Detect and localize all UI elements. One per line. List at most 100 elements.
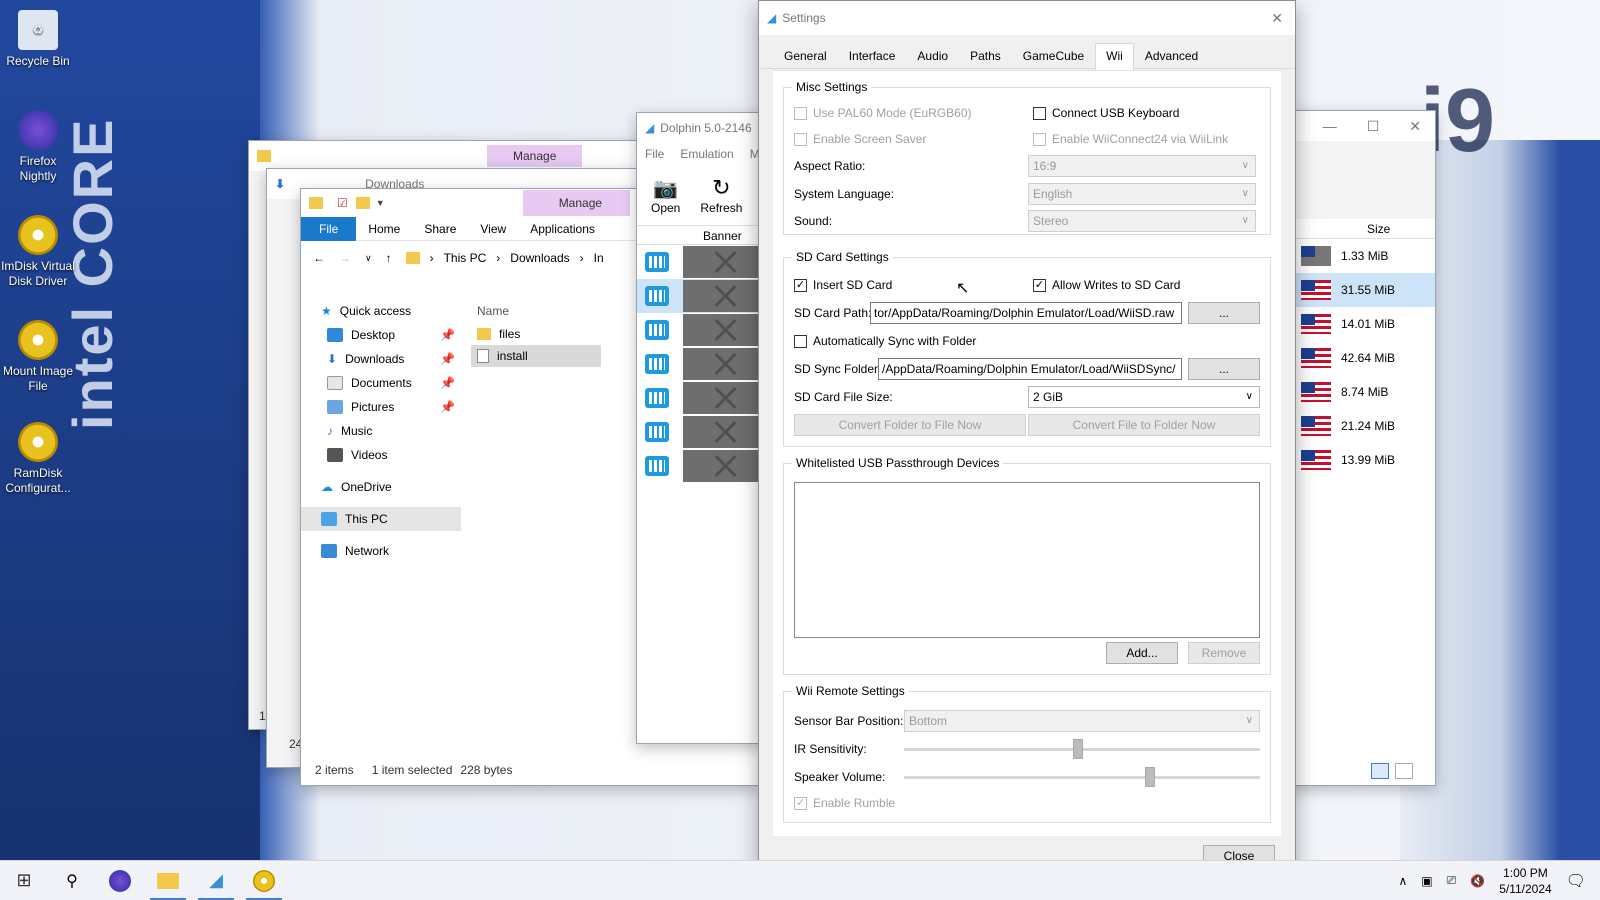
column-size[interactable]: Size	[1287, 219, 1435, 239]
up-arrow-icon[interactable]: ↑	[386, 251, 392, 265]
tab-applications[interactable]: Applications	[518, 217, 607, 241]
sd-sync-folder-browse-button[interactable]: ...	[1188, 358, 1260, 380]
breadcrumb-item[interactable]: Downloads	[510, 251, 569, 265]
desktop-icon-mount-image[interactable]: Mount Image File	[0, 320, 76, 394]
file-item-files[interactable]: files	[471, 323, 601, 345]
recent-chevron-icon[interactable]: ∨	[365, 253, 372, 264]
tab-view[interactable]: View	[468, 217, 518, 241]
nav-downloads[interactable]: ⬇ Downloads 📌	[301, 347, 461, 371]
convert-file-to-folder-button[interactable]: Convert File to Folder Now	[1028, 414, 1260, 436]
game-size-row[interactable]: 42.64 MiB	[1287, 341, 1435, 375]
tab-interface[interactable]: Interface	[838, 43, 907, 69]
usb-device-list[interactable]	[794, 482, 1260, 638]
auto-sync-checkbox[interactable]: Automatically Sync with Folder	[794, 334, 976, 348]
sd-card-path-input[interactable]: tor/AppData/Roaming/Dolphin Emulator/Loa…	[870, 302, 1182, 324]
nav-quick-access[interactable]: ★ Quick access	[301, 299, 461, 323]
tab-file[interactable]: File	[301, 217, 357, 241]
volume-muted-icon[interactable]: 🔇	[1470, 874, 1485, 888]
dolphin-gamelist-window[interactable]: — ☐ ✕ Size 1.33 MiB 31.55 MiB 14.01 MiB …	[1286, 110, 1436, 786]
speaker-volume-slider[interactable]	[1144, 767, 1155, 787]
game-row[interactable]	[637, 415, 765, 449]
tab-wii[interactable]: Wii	[1095, 43, 1134, 70]
new-folder-icon[interactable]	[355, 197, 370, 209]
network-icon[interactable]: ⎚	[1447, 873, 1457, 888]
minimize-icon[interactable]: —	[1323, 118, 1337, 134]
game-row[interactable]	[637, 313, 765, 347]
breadcrumb[interactable]: › This PC › Downloads › In	[405, 251, 604, 265]
add-usb-device-button[interactable]: Add...	[1106, 642, 1178, 664]
ir-sensitivity-slider[interactable]	[1073, 739, 1084, 759]
search-button[interactable]: ⚲	[48, 861, 96, 900]
dolphin-window[interactable]: ◢ Dolphin 5.0-2146 File Emulation M 📷 Ope…	[636, 112, 766, 744]
remove-usb-device-button[interactable]: Remove	[1188, 642, 1260, 664]
game-row[interactable]	[637, 347, 765, 381]
close-icon[interactable]: ✕	[1409, 118, 1421, 135]
meet-now-icon[interactable]: ▣	[1421, 874, 1432, 888]
grid-view-icon[interactable]	[1395, 763, 1413, 779]
sound-select[interactable]: Stereo ∨	[1028, 210, 1256, 232]
desktop-icon-firefox-nightly[interactable]: Firefox Nightly	[0, 110, 76, 184]
close-icon[interactable]: ✕	[1271, 10, 1283, 27]
game-row[interactable]	[637, 245, 765, 279]
tab-share[interactable]: Share	[412, 217, 468, 241]
notifications-icon[interactable]: 🗨	[1566, 871, 1586, 891]
nav-pictures[interactable]: Pictures 📌	[301, 395, 461, 419]
nav-this-pc[interactable]: This PC	[301, 507, 461, 531]
nav-onedrive[interactable]: ☁ OneDrive	[301, 475, 461, 499]
desktop-icon-recycle-bin[interactable]: ♻ Recycle Bin	[0, 10, 76, 69]
game-size-row[interactable]: 1.33 MiB	[1287, 239, 1435, 273]
chevron-up-icon[interactable]: ∧	[1398, 874, 1407, 888]
game-size-row[interactable]: 14.01 MiB	[1287, 307, 1435, 341]
menu-emulation[interactable]: Emulation	[680, 143, 733, 165]
nav-music[interactable]: ♪ Music	[301, 419, 461, 443]
game-row[interactable]	[637, 381, 765, 415]
details-view-icon[interactable]	[1371, 763, 1389, 779]
tab-gamecube[interactable]: GameCube	[1012, 43, 1095, 69]
manage-tab[interactable]: Manage	[487, 145, 583, 167]
wiiconnect-checkbox[interactable]: Enable WiiConnect24 via WiiLink	[1033, 132, 1228, 146]
tab-general[interactable]: General	[773, 43, 838, 69]
taskbar-firefox[interactable]	[96, 861, 144, 900]
forward-arrow-icon[interactable]: →	[339, 251, 351, 265]
tab-advanced[interactable]: Advanced	[1134, 43, 1209, 69]
breadcrumb-item[interactable]: This PC	[444, 251, 487, 265]
pin-icon[interactable]: 📌	[440, 400, 455, 414]
menu-file[interactable]: File	[645, 143, 664, 165]
pin-icon[interactable]: 📌	[440, 376, 455, 390]
manage-tab[interactable]: Manage	[522, 190, 631, 216]
game-size-row[interactable]: 21.24 MiB	[1287, 409, 1435, 443]
convert-folder-to-file-button[interactable]: Convert Folder to File Now	[794, 414, 1026, 436]
pin-icon[interactable]: 📌	[440, 328, 455, 342]
tab-audio[interactable]: Audio	[906, 43, 959, 69]
game-size-row[interactable]: 31.55 MiB	[1287, 273, 1435, 307]
desktop-icon-imdisk[interactable]: ImDisk Virtual Disk Driver	[0, 215, 76, 289]
game-row[interactable]	[637, 449, 765, 483]
start-button[interactable]: ⊞	[0, 861, 48, 900]
clock[interactable]: 1:00 PM 5/11/2024	[1499, 865, 1552, 897]
speaker-volume-track[interactable]	[904, 776, 1260, 779]
system-language-select[interactable]: English ∨	[1028, 183, 1256, 205]
pin-icon[interactable]: 📌	[440, 352, 455, 366]
back-arrow-icon[interactable]: ←	[313, 251, 325, 265]
taskbar-explorer[interactable]	[144, 861, 192, 900]
enable-rumble-checkbox[interactable]: ✓ Enable Rumble	[794, 796, 895, 810]
sd-sync-folder-input[interactable]: /AppData/Roaming/Dolphin Emulator/Load/W…	[878, 358, 1182, 380]
sensor-bar-select[interactable]: Bottom ∨	[904, 710, 1260, 732]
game-size-row[interactable]: 13.99 MiB	[1287, 443, 1435, 477]
taskbar-dolphin[interactable]: ◢	[192, 861, 240, 900]
nav-documents[interactable]: Documents 📌	[301, 371, 461, 395]
game-size-row[interactable]: 8.74 MiB	[1287, 375, 1435, 409]
column-banner[interactable]: Banner	[637, 225, 765, 245]
breadcrumb-item[interactable]: In	[594, 251, 604, 265]
usb-keyboard-checkbox[interactable]: Connect USB Keyboard	[1033, 106, 1179, 120]
pal60-checkbox[interactable]: Use PAL60 Mode (EuRGB60)	[794, 106, 972, 120]
nav-network[interactable]: Network	[301, 539, 461, 563]
tab-paths[interactable]: Paths	[959, 43, 1012, 69]
settings-dialog[interactable]: ◢ Settings ✕ General Interface Audio Pat…	[758, 0, 1296, 878]
maximize-icon[interactable]: ☐	[1367, 118, 1380, 135]
taskbar-imdisk[interactable]	[240, 861, 288, 900]
game-row[interactable]	[637, 279, 765, 313]
screen-saver-checkbox[interactable]: Enable Screen Saver	[794, 132, 926, 146]
desktop-icon-ramdisk[interactable]: RamDisk Configurat...	[0, 422, 76, 496]
tab-home[interactable]: Home	[356, 217, 412, 241]
